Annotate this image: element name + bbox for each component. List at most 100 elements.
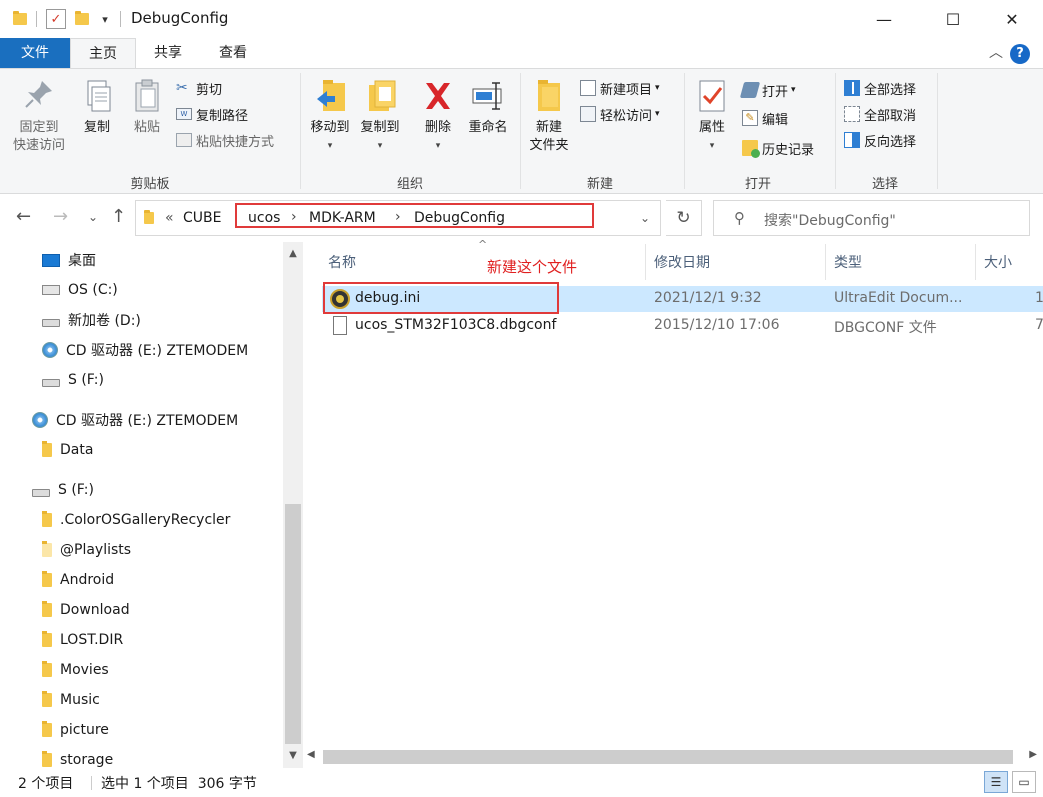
scroll-down-arrow-icon[interactable]: ▼: [283, 750, 303, 761]
nav-item-storage[interactable]: storage: [42, 745, 113, 768]
back-arrow-icon[interactable]: ←: [16, 206, 31, 227]
new-item-button[interactable]: 新建项目 ▾: [580, 77, 660, 99]
pin-quick-access-button[interactable]: 固定到 快速访问: [6, 73, 72, 155]
separator: [36, 11, 37, 27]
nav-item-download[interactable]: Download: [42, 595, 130, 625]
folder-icon: [42, 751, 52, 767]
group-separator: [937, 73, 938, 189]
properties-button[interactable]: 属性 ▾: [690, 73, 734, 155]
close-button[interactable]: ✕: [989, 0, 1035, 38]
breadcrumb-cube[interactable]: CUBE: [183, 210, 221, 226]
select-none-button[interactable]: 全部取消: [844, 103, 916, 125]
paste-shortcut-button[interactable]: 粘贴快捷方式: [176, 129, 274, 151]
document-file-icon: [333, 316, 347, 335]
folder-icon: [42, 541, 52, 557]
nav-item-data[interactable]: Data: [42, 435, 93, 465]
minimize-button[interactable]: —: [861, 0, 907, 38]
address-history-chevron-icon[interactable]: ⌄: [640, 211, 650, 225]
column-divider[interactable]: [975, 244, 976, 280]
nav-item-movies[interactable]: Movies: [42, 655, 109, 685]
column-header-modified[interactable]: 修改日期: [654, 242, 710, 282]
copy-button[interactable]: 复制: [76, 73, 118, 137]
cut-label: 剪切: [196, 82, 223, 98]
nav-item-playlists[interactable]: @Playlists: [42, 535, 131, 565]
column-divider[interactable]: [825, 244, 826, 280]
paste-button[interactable]: 粘贴: [126, 73, 168, 137]
cd-drive-icon: [42, 342, 58, 358]
nav-item-picture[interactable]: picture: [42, 715, 109, 745]
scrollbar-thumb[interactable]: [285, 504, 301, 744]
copy-to-label: 复制到: [360, 120, 400, 135]
nav-item-label: CD 驱动器 (E:) ZTEMODEM: [56, 413, 239, 429]
column-header-type[interactable]: 类型: [834, 242, 862, 282]
invert-selection-button[interactable]: 反向选择: [844, 129, 916, 151]
new-folder-icon: [532, 77, 566, 115]
details-view-button[interactable]: ☰: [984, 771, 1008, 793]
collapse-ribbon-icon[interactable]: ︿: [989, 42, 1003, 62]
recent-locations-chevron-icon[interactable]: ⌄: [88, 210, 98, 224]
nav-item-music[interactable]: Music: [42, 685, 100, 715]
nav-item-os-c[interactable]: OS (C:): [42, 275, 118, 305]
scroll-up-arrow-icon[interactable]: ▲: [283, 248, 303, 259]
delete-icon: [421, 77, 455, 115]
os-drive-icon: [42, 285, 60, 295]
nav-item-cd-e-root[interactable]: CD 驱动器 (E:) ZTEMODEM: [32, 405, 238, 435]
scroll-right-arrow-icon[interactable]: ▶: [1029, 749, 1037, 760]
file-size: 1: [1035, 290, 1043, 306]
file-row-dbgconf[interactable]: ucos_STM32F103C8.dbgconf 2015/12/10 17:0…: [322, 313, 1043, 339]
nav-item-cd-e[interactable]: CD 驱动器 (E:) ZTEMODEM: [42, 335, 248, 365]
open-button[interactable]: 打开 ▾: [739, 79, 796, 101]
nav-item-new-volume-d[interactable]: 新加卷 (D:): [42, 305, 141, 335]
nav-item-label: .ColorOSGalleryRecycler: [60, 512, 231, 528]
clipboard-group-label: 剪贴板: [130, 177, 170, 192]
history-button[interactable]: 历史记录: [742, 137, 814, 159]
content-horizontal-scrollbar[interactable]: ◀ ▶: [303, 744, 1043, 768]
up-arrow-icon[interactable]: ↑: [111, 206, 126, 227]
nav-item-s-f[interactable]: S (F:): [42, 365, 104, 395]
tab-home[interactable]: 主页: [70, 38, 136, 68]
refresh-button[interactable]: ↻: [666, 200, 702, 236]
forward-arrow-icon[interactable]: →: [53, 206, 68, 227]
copy-to-button[interactable]: 复制到 ▾: [355, 73, 405, 155]
maximize-button[interactable]: ☐: [930, 0, 976, 38]
delete-button[interactable]: 删除 ▾: [418, 73, 458, 155]
tab-view[interactable]: 查看: [200, 38, 266, 68]
new-folder-icon[interactable]: [74, 9, 90, 29]
copy-path-button[interactable]: W 复制路径: [176, 103, 248, 125]
column-header-name[interactable]: 名称: [328, 242, 356, 282]
paste-label: 粘贴: [133, 120, 160, 135]
customize-toolbar-dropdown[interactable]: ▾: [98, 9, 112, 29]
properties-check-icon[interactable]: ✓: [46, 9, 66, 29]
nav-item-label: Movies: [60, 662, 109, 678]
status-separator: [91, 776, 92, 790]
scissors-icon: ✂: [176, 80, 188, 96]
nav-item-android[interactable]: Android: [42, 565, 114, 595]
nav-item-desktop[interactable]: 桌面: [42, 245, 96, 275]
tab-share[interactable]: 共享: [136, 38, 200, 68]
scrollbar-thumb[interactable]: [323, 750, 1013, 764]
column-header-size[interactable]: 大小: [984, 242, 1012, 282]
breadcrumb-overflow[interactable]: «: [165, 210, 174, 226]
paste-shortcut-icon: [176, 133, 192, 147]
help-icon[interactable]: ?: [1010, 44, 1030, 64]
column-divider[interactable]: [645, 244, 646, 280]
new-folder-button[interactable]: 新建 文件夹: [524, 73, 574, 155]
item-count: 2 个项目: [18, 776, 74, 792]
nav-item-lost-dir[interactable]: LOST.DIR: [42, 625, 123, 655]
easy-access-button[interactable]: 轻松访问 ▾: [580, 103, 660, 125]
rename-button[interactable]: 重命名: [463, 73, 513, 137]
cut-button[interactable]: ✂ 剪切: [176, 77, 222, 99]
select-all-button[interactable]: 全部选择: [844, 77, 916, 99]
scroll-left-arrow-icon[interactable]: ◀: [307, 749, 315, 760]
nav-item-s-f-root[interactable]: S (F:): [32, 475, 94, 505]
folder-icon: [42, 721, 52, 737]
copy-to-icon: [363, 77, 397, 115]
nav-item-coloros-gallery-recycler[interactable]: .ColorOSGalleryRecycler: [42, 505, 230, 535]
large-icons-view-button[interactable]: ▭: [1012, 771, 1036, 793]
nav-item-label: S (F:): [58, 482, 94, 498]
search-box[interactable]: ⚲ 搜索"DebugConfig": [713, 200, 1030, 236]
nav-pane-scrollbar[interactable]: ▲ ▼: [283, 242, 303, 768]
edit-button[interactable]: ✎ 编辑: [742, 107, 788, 129]
move-to-button[interactable]: 移动到 ▾: [305, 73, 355, 155]
tab-file[interactable]: 文件: [0, 38, 70, 68]
